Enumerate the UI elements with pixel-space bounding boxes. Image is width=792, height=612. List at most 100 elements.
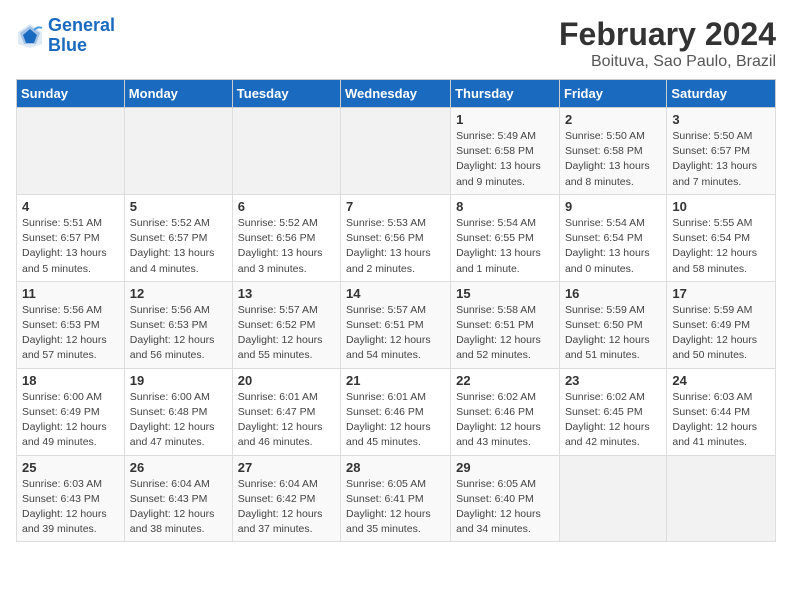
day-info: Sunrise: 6:01 AM Sunset: 6:46 PM Dayligh… (346, 390, 445, 451)
calendar-cell: 24 Sunrise: 6:03 AM Sunset: 6:44 PM Dayli… (667, 368, 776, 455)
day-number: 22 (456, 373, 554, 388)
calendar-header-row: SundayMondayTuesdayWednesdayThursdayFrid… (17, 80, 776, 108)
day-info: Sunrise: 5:54 AM Sunset: 6:55 PM Dayligh… (456, 216, 554, 277)
calendar-cell: 23 Sunrise: 6:02 AM Sunset: 6:45 PM Dayli… (559, 368, 666, 455)
calendar-cell: 13 Sunrise: 5:57 AM Sunset: 6:52 PM Dayli… (232, 281, 340, 368)
day-number: 24 (672, 373, 770, 388)
day-info: Sunrise: 5:54 AM Sunset: 6:54 PM Dayligh… (565, 216, 661, 277)
calendar-cell: 8 Sunrise: 5:54 AM Sunset: 6:55 PM Daylig… (451, 194, 560, 281)
day-number: 3 (672, 112, 770, 127)
page-subtitle: Boituva, Sao Paulo, Brazil (559, 53, 776, 71)
day-number: 18 (22, 373, 119, 388)
day-number: 29 (456, 460, 554, 475)
day-number: 6 (238, 199, 335, 214)
calendar-cell (17, 108, 125, 195)
day-number: 25 (22, 460, 119, 475)
day-number: 2 (565, 112, 661, 127)
calendar-cell: 12 Sunrise: 5:56 AM Sunset: 6:53 PM Dayli… (124, 281, 232, 368)
calendar-cell (232, 108, 340, 195)
calendar-cell: 28 Sunrise: 6:05 AM Sunset: 6:41 PM Dayli… (341, 455, 451, 542)
day-number: 13 (238, 286, 335, 301)
calendar-cell: 21 Sunrise: 6:01 AM Sunset: 6:46 PM Dayli… (341, 368, 451, 455)
day-number: 26 (130, 460, 227, 475)
calendar-cell: 11Sunrise: 5:56 AM Sunset: 6:53 PM Dayli… (17, 281, 125, 368)
day-info: Sunrise: 5:49 AM Sunset: 6:58 PM Dayligh… (456, 129, 554, 190)
day-number: 8 (456, 199, 554, 214)
day-info: Sunrise: 5:57 AM Sunset: 6:51 PM Dayligh… (346, 303, 445, 364)
calendar-cell: 10 Sunrise: 5:55 AM Sunset: 6:54 PM Dayli… (667, 194, 776, 281)
day-header-friday: Friday (559, 80, 666, 108)
day-info: Sunrise: 5:57 AM Sunset: 6:52 PM Dayligh… (238, 303, 335, 364)
day-header-saturday: Saturday (667, 80, 776, 108)
day-info: Sunrise: 5:50 AM Sunset: 6:57 PM Dayligh… (672, 129, 770, 190)
day-number: 12 (130, 286, 227, 301)
day-header-sunday: Sunday (17, 80, 125, 108)
day-info: Sunrise: 6:05 AM Sunset: 6:40 PM Dayligh… (456, 477, 554, 538)
calendar-cell: 15 Sunrise: 5:58 AM Sunset: 6:51 PM Dayli… (451, 281, 560, 368)
calendar-week-3: 11Sunrise: 5:56 AM Sunset: 6:53 PM Dayli… (17, 281, 776, 368)
calendar-cell: 3 Sunrise: 5:50 AM Sunset: 6:57 PM Daylig… (667, 108, 776, 195)
logo: General Blue (16, 16, 115, 56)
logo-text: General Blue (48, 16, 115, 56)
calendar-cell: 9 Sunrise: 5:54 AM Sunset: 6:54 PM Daylig… (559, 194, 666, 281)
day-header-tuesday: Tuesday (232, 80, 340, 108)
day-number: 5 (130, 199, 227, 214)
calendar-week-1: 1 Sunrise: 5:49 AM Sunset: 6:58 PM Daylig… (17, 108, 776, 195)
logo-general: General (48, 15, 115, 35)
calendar-week-5: 25 Sunrise: 6:03 AM Sunset: 6:43 PM Dayli… (17, 455, 776, 542)
day-info: Sunrise: 6:02 AM Sunset: 6:46 PM Dayligh… (456, 390, 554, 451)
day-number: 7 (346, 199, 445, 214)
day-number: 23 (565, 373, 661, 388)
day-number: 19 (130, 373, 227, 388)
day-header-thursday: Thursday (451, 80, 560, 108)
calendar-cell: 26 Sunrise: 6:04 AM Sunset: 6:43 PM Dayli… (124, 455, 232, 542)
day-info: Sunrise: 5:58 AM Sunset: 6:51 PM Dayligh… (456, 303, 554, 364)
day-info: Sunrise: 5:56 AM Sunset: 6:53 PM Dayligh… (130, 303, 227, 364)
calendar-cell (341, 108, 451, 195)
calendar-cell: 27 Sunrise: 6:04 AM Sunset: 6:42 PM Dayli… (232, 455, 340, 542)
day-number: 15 (456, 286, 554, 301)
day-number: 21 (346, 373, 445, 388)
day-info: Sunrise: 6:03 AM Sunset: 6:43 PM Dayligh… (22, 477, 119, 538)
day-number: 10 (672, 199, 770, 214)
day-number: 9 (565, 199, 661, 214)
day-info: Sunrise: 5:51 AM Sunset: 6:57 PM Dayligh… (22, 216, 119, 277)
day-info: Sunrise: 5:50 AM Sunset: 6:58 PM Dayligh… (565, 129, 661, 190)
page-header: General Blue February 2024 Boituva, Sao … (16, 16, 776, 71)
day-number: 17 (672, 286, 770, 301)
calendar-cell: 19Sunrise: 6:00 AM Sunset: 6:48 PM Dayli… (124, 368, 232, 455)
day-info: Sunrise: 5:59 AM Sunset: 6:49 PM Dayligh… (672, 303, 770, 364)
day-info: Sunrise: 6:04 AM Sunset: 6:43 PM Dayligh… (130, 477, 227, 538)
calendar-cell: 22 Sunrise: 6:02 AM Sunset: 6:46 PM Dayli… (451, 368, 560, 455)
calendar-cell: 17 Sunrise: 5:59 AM Sunset: 6:49 PM Dayli… (667, 281, 776, 368)
day-info: Sunrise: 5:55 AM Sunset: 6:54 PM Dayligh… (672, 216, 770, 277)
calendar-cell (559, 455, 666, 542)
calendar-cell: 2 Sunrise: 5:50 AM Sunset: 6:58 PM Daylig… (559, 108, 666, 195)
logo-icon (16, 22, 44, 50)
logo-blue: Blue (48, 35, 87, 55)
calendar-cell: 1 Sunrise: 5:49 AM Sunset: 6:58 PM Daylig… (451, 108, 560, 195)
day-info: Sunrise: 6:03 AM Sunset: 6:44 PM Dayligh… (672, 390, 770, 451)
calendar-cell: 18Sunrise: 6:00 AM Sunset: 6:49 PM Dayli… (17, 368, 125, 455)
calendar-cell: 16Sunrise: 5:59 AM Sunset: 6:50 PM Dayli… (559, 281, 666, 368)
day-info: Sunrise: 6:02 AM Sunset: 6:45 PM Dayligh… (565, 390, 661, 451)
calendar-cell: 25 Sunrise: 6:03 AM Sunset: 6:43 PM Dayli… (17, 455, 125, 542)
calendar-cell: 14 Sunrise: 5:57 AM Sunset: 6:51 PM Dayli… (341, 281, 451, 368)
calendar-cell: 7Sunrise: 5:53 AM Sunset: 6:56 PM Daylig… (341, 194, 451, 281)
calendar-week-4: 18Sunrise: 6:00 AM Sunset: 6:49 PM Dayli… (17, 368, 776, 455)
day-number: 16 (565, 286, 661, 301)
calendar-body: 1 Sunrise: 5:49 AM Sunset: 6:58 PM Daylig… (17, 108, 776, 542)
calendar-cell: 6Sunrise: 5:52 AM Sunset: 6:56 PM Daylig… (232, 194, 340, 281)
day-info: Sunrise: 5:56 AM Sunset: 6:53 PM Dayligh… (22, 303, 119, 364)
day-number: 28 (346, 460, 445, 475)
day-info: Sunrise: 6:04 AM Sunset: 6:42 PM Dayligh… (238, 477, 335, 538)
day-number: 1 (456, 112, 554, 127)
page-title: February 2024 (559, 16, 776, 53)
calendar-cell: 20Sunrise: 6:01 AM Sunset: 6:47 PM Dayli… (232, 368, 340, 455)
day-header-wednesday: Wednesday (341, 80, 451, 108)
day-number: 14 (346, 286, 445, 301)
calendar-table: SundayMondayTuesdayWednesdayThursdayFrid… (16, 79, 776, 542)
calendar-cell: 29 Sunrise: 6:05 AM Sunset: 6:40 PM Dayli… (451, 455, 560, 542)
day-info: Sunrise: 6:05 AM Sunset: 6:41 PM Dayligh… (346, 477, 445, 538)
day-number: 27 (238, 460, 335, 475)
